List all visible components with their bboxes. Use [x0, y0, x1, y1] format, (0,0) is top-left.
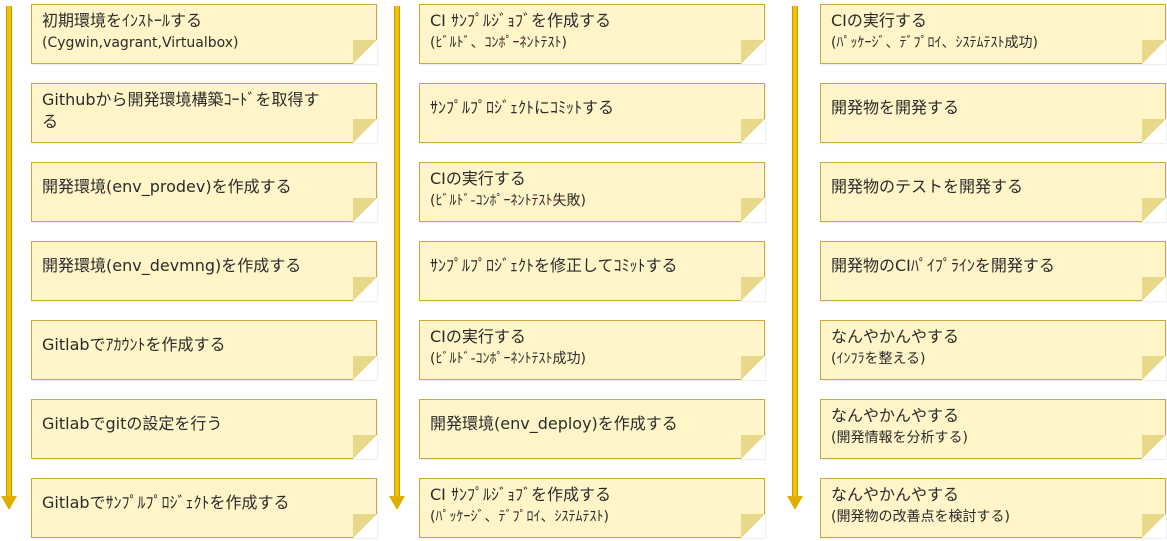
- step-detail: (開発物の改善点を検討する): [831, 509, 1010, 525]
- step-note: なんやかんやする (開発情報を分析する): [820, 399, 1166, 459]
- step-title: Gitlabでｻﾝﾌﾟﾙﾌﾟﾛｼﾞｪｸﾄを作成する: [42, 493, 290, 512]
- step-note: 開発物を開発する: [820, 83, 1166, 143]
- step-title: ｻﾝﾌﾟﾙﾌﾟﾛｼﾞｪｸﾄにｺﾐｯﾄする: [430, 98, 615, 117]
- step-title: Gitlabでgitの設定を行う: [42, 414, 223, 433]
- step-detail: (ﾋﾞﾙﾄﾞ、ｺﾝﾎﾟｰﾈﾝﾄﾃｽﾄ): [430, 35, 567, 51]
- step-title: なんやかんやする: [831, 327, 960, 346]
- step-note: 開発環境(env_deploy)を作成する: [419, 399, 765, 459]
- step-detail: (ﾊﾟｯｹｰｼﾞ、ﾃﾞﾌﾟﾛｲ、ｼｽﾃﾑﾃｽﾄ成功): [831, 35, 1038, 51]
- step-note: 開発物のCIﾊﾟｲﾌﾟﾗｲﾝを開発する: [820, 241, 1166, 301]
- step-detail: (Cygwin,vagrant,Virtualbox): [42, 35, 239, 51]
- step-title: なんやかんやする: [831, 406, 960, 425]
- step-detail: (ﾋﾞﾙﾄﾞ-ｺﾝﾎﾟｰﾈﾝﾄﾃｽﾄ成功): [430, 351, 586, 367]
- step-note: なんやかんやする (ｲﾝﾌﾗを整える): [820, 320, 1166, 380]
- step-detail: (ﾊﾟｯｹｰｼﾞ、ﾃﾞﾌﾟﾛｲ、ｼｽﾃﾑﾃｽﾄ): [430, 509, 609, 525]
- step-note: Gitlabでｱｶｳﾝﾄを作成する: [31, 320, 377, 380]
- step-title: Gitlabでｱｶｳﾝﾄを作成する: [42, 335, 226, 354]
- step-note: CI ｻﾝﾌﾟﾙｼﾞｮﾌﾞを作成する (ﾋﾞﾙﾄﾞ、ｺﾝﾎﾟｰﾈﾝﾄﾃｽﾄ): [419, 4, 765, 64]
- step-detail: (ｲﾝﾌﾗを整える): [831, 351, 926, 367]
- step-note: Githubから開発環境構築ｺｰﾄﾞを取得す る: [31, 83, 377, 143]
- step-title: CIの実行する: [430, 169, 526, 188]
- step-note: 初期環境をｲﾝｽﾄｰﾙする (Cygwin,vagrant,Virtualbox…: [31, 4, 377, 64]
- down-arrow-icon: [389, 6, 405, 512]
- step-note: Gitlabでgitの設定を行う: [31, 399, 377, 459]
- flow-column-1: 初期環境をｲﾝｽﾄｰﾙする (Cygwin,vagrant,Virtualbox…: [0, 0, 380, 541]
- step-title: 開発環境(env_prodev)を作成する: [42, 177, 292, 196]
- flow-column-3: CIの実行する (ﾊﾟｯｹｰｼﾞ、ﾃﾞﾌﾟﾛｲ、ｼｽﾃﾑﾃｽﾄ成功) 開発物を開…: [786, 0, 1166, 541]
- step-title: CI ｻﾝﾌﾟﾙｼﾞｮﾌﾞを作成する: [430, 485, 611, 504]
- step-detail: (ﾋﾞﾙﾄﾞ-ｺﾝﾎﾟｰﾈﾝﾄﾃｽﾄ失敗): [430, 193, 586, 209]
- step-note: なんやかんやする (開発物の改善点を検討する): [820, 478, 1166, 538]
- flow-column-2: CI ｻﾝﾌﾟﾙｼﾞｮﾌﾞを作成する (ﾋﾞﾙﾄﾞ、ｺﾝﾎﾟｰﾈﾝﾄﾃｽﾄ) ｻ…: [388, 0, 768, 541]
- step-title: 初期環境をｲﾝｽﾄｰﾙする: [42, 11, 203, 30]
- step-note: ｻﾝﾌﾟﾙﾌﾟﾛｼﾞｪｸﾄにｺﾐｯﾄする: [419, 83, 765, 143]
- step-title: 開発環境(env_devmng)を作成する: [42, 256, 302, 275]
- step-title: CIの実行する: [831, 11, 927, 30]
- step-note: Gitlabでｻﾝﾌﾟﾙﾌﾟﾛｼﾞｪｸﾄを作成する: [31, 478, 377, 538]
- step-title-cont: る: [42, 112, 59, 131]
- down-arrow-icon: [787, 6, 803, 512]
- step-note: ｻﾝﾌﾟﾙﾌﾟﾛｼﾞｪｸﾄを修正してｺﾐｯﾄする: [419, 241, 765, 301]
- step-title: CI ｻﾝﾌﾟﾙｼﾞｮﾌﾞを作成する: [430, 11, 611, 30]
- step-title: Githubから開発環境構築ｺｰﾄﾞを取得す: [42, 90, 320, 109]
- step-note: 開発物のテストを開発する: [820, 162, 1166, 222]
- step-note: CIの実行する (ﾋﾞﾙﾄﾞ-ｺﾝﾎﾟｰﾈﾝﾄﾃｽﾄ成功): [419, 320, 765, 380]
- step-note: CI ｻﾝﾌﾟﾙｼﾞｮﾌﾞを作成する (ﾊﾟｯｹｰｼﾞ、ﾃﾞﾌﾟﾛｲ、ｼｽﾃﾑﾃ…: [419, 478, 765, 538]
- step-note: 開発環境(env_devmng)を作成する: [31, 241, 377, 301]
- step-title: CIの実行する: [430, 327, 526, 346]
- step-title: なんやかんやする: [831, 485, 960, 504]
- step-title: 開発物のテストを開発する: [831, 177, 1024, 196]
- step-note: CIの実行する (ﾋﾞﾙﾄﾞ-ｺﾝﾎﾟｰﾈﾝﾄﾃｽﾄ失敗): [419, 162, 765, 222]
- step-title: 開発物のCIﾊﾟｲﾌﾟﾗｲﾝを開発する: [831, 256, 1055, 275]
- step-note: CIの実行する (ﾊﾟｯｹｰｼﾞ、ﾃﾞﾌﾟﾛｲ、ｼｽﾃﾑﾃｽﾄ成功): [820, 4, 1166, 64]
- step-detail: (開発情報を分析する): [831, 430, 968, 446]
- step-title: 開発環境(env_deploy)を作成する: [430, 414, 678, 433]
- down-arrow-icon: [1, 6, 17, 512]
- step-note: 開発環境(env_prodev)を作成する: [31, 162, 377, 222]
- step-title: ｻﾝﾌﾟﾙﾌﾟﾛｼﾞｪｸﾄを修正してｺﾐｯﾄする: [430, 256, 678, 275]
- step-title: 開発物を開発する: [831, 98, 960, 117]
